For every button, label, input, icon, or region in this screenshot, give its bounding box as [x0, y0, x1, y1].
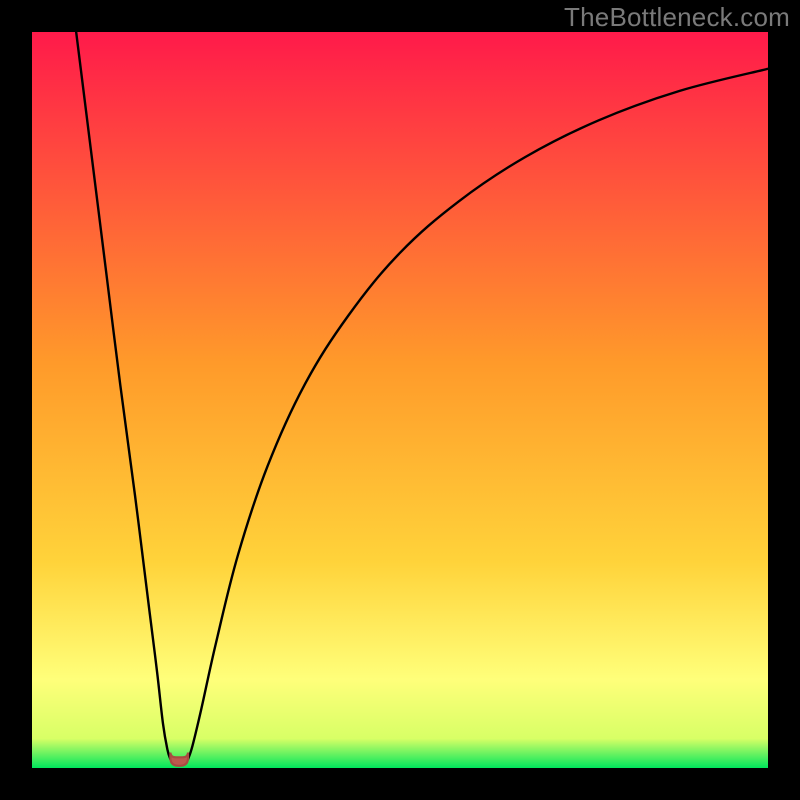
plot-area	[32, 32, 768, 768]
watermark-text: TheBottleneck.com	[564, 2, 790, 33]
gradient-chart	[32, 32, 768, 768]
gradient-background	[32, 32, 768, 768]
outer-frame: TheBottleneck.com	[0, 0, 800, 800]
